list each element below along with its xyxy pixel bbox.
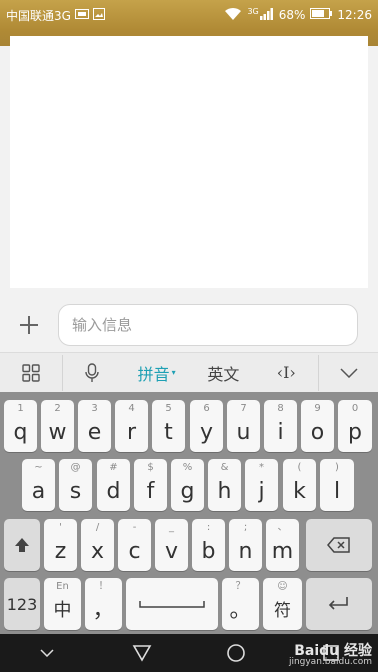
add-attachment-button[interactable] [14,310,44,340]
battery-percent: 68% [278,8,306,22]
key-m[interactable]: 、 m [266,519,299,571]
home-circle-icon [227,644,246,662]
image-notification-icon [92,7,105,23]
ime-toolbar: 拼音 ▾ 英文 ‹I› [0,352,378,392]
hide-keyboard-button[interactable] [319,353,378,393]
key-h[interactable]: & h [208,459,241,511]
signal-strength-icon [259,7,274,23]
wifi-icon [224,7,242,24]
sim-card-icon [74,8,89,22]
message-input[interactable]: 输入信息 [58,304,358,346]
key-d[interactable]: # d [97,459,130,511]
backspace-icon [327,537,350,553]
plus-icon [20,316,38,334]
key-s[interactable]: @ s [59,459,92,511]
key-o[interactable]: 9o [301,400,334,452]
grid-icon [22,363,40,382]
keyboard: 1q 2w 3e 4r 5t 6y 7u 8i 9o 0p ~ a @ s # d $… [0,392,378,634]
number-mode-key[interactable]: 123 [4,578,40,630]
key-z[interactable]: ' z [44,519,77,571]
watermark-url: jingyan.baidu.com [288,657,372,667]
period-key[interactable]: ？ 。 [222,578,259,630]
key-g[interactable]: % g [171,459,204,511]
status-bar: 中国联通3G 3G 68% 12:26 [0,0,378,30]
language-switch-key[interactable]: En 中 [44,578,81,630]
dropdown-caret-icon: ▾ [171,368,176,377]
shift-arrow-icon [15,538,29,552]
enter-key[interactable] [306,578,372,630]
pinyin-label: 拼音 [137,364,170,384]
key-n[interactable]: ; n [229,519,262,571]
space-key[interactable] [126,578,218,630]
key-k[interactable]: (k [283,459,316,511]
key-v[interactable]: _ v [155,519,188,571]
key-x[interactable]: / x [81,519,114,571]
comma-key[interactable]: ！ ， [85,578,122,630]
pinyin-mode-button[interactable]: 拼音 ▾ [121,353,193,393]
key-i[interactable]: 8i [264,400,297,452]
key-c[interactable]: -c [118,519,151,571]
back-triangle-icon [132,645,152,662]
key-j[interactable]: * j [245,459,278,511]
cursor-control-button[interactable]: ‹I› [254,353,318,393]
symbol-key[interactable]: ☺ 符 [263,578,302,630]
home-button[interactable] [216,634,256,672]
english-label: 英文 [207,364,240,384]
message-list [10,36,368,288]
key-y[interactable]: 6y [190,400,223,452]
space-bar-icon [139,601,205,608]
key-q[interactable]: 1q [4,400,37,452]
network-type-label: 3G [247,6,259,16]
backspace-key[interactable] [306,519,372,571]
ime-menu-button[interactable] [0,353,62,393]
battery-icon [310,8,333,22]
voice-input-button[interactable] [63,353,121,393]
cursor-move-icon: ‹I› [276,363,296,382]
key-r[interactable]: 4r [115,400,148,452]
message-input-placeholder: 输入信息 [72,316,133,334]
back-button[interactable] [122,634,162,672]
clock: 12:26 [337,8,372,22]
key-l[interactable]: ) l [320,459,354,511]
key-a[interactable]: ~ a [22,459,55,511]
carrier-label: 中国联通3G [6,8,71,23]
key-w[interactable]: 2w [41,400,74,452]
chevron-down-icon [40,649,54,657]
nav-collapse-button[interactable] [27,634,67,672]
key-b[interactable]: :b [192,519,225,571]
shift-key[interactable] [4,519,40,571]
enter-icon [328,597,348,610]
key-u[interactable]: 7u [227,400,260,452]
key-t[interactable]: 5t [152,400,185,452]
microphone-icon [85,362,99,382]
chevron-down-icon [340,367,358,378]
key-e[interactable]: 3e [78,400,111,452]
key-f[interactable]: $ f [134,459,167,511]
english-mode-button[interactable]: 英文 [193,353,255,393]
key-p[interactable]: 0p [338,400,372,452]
